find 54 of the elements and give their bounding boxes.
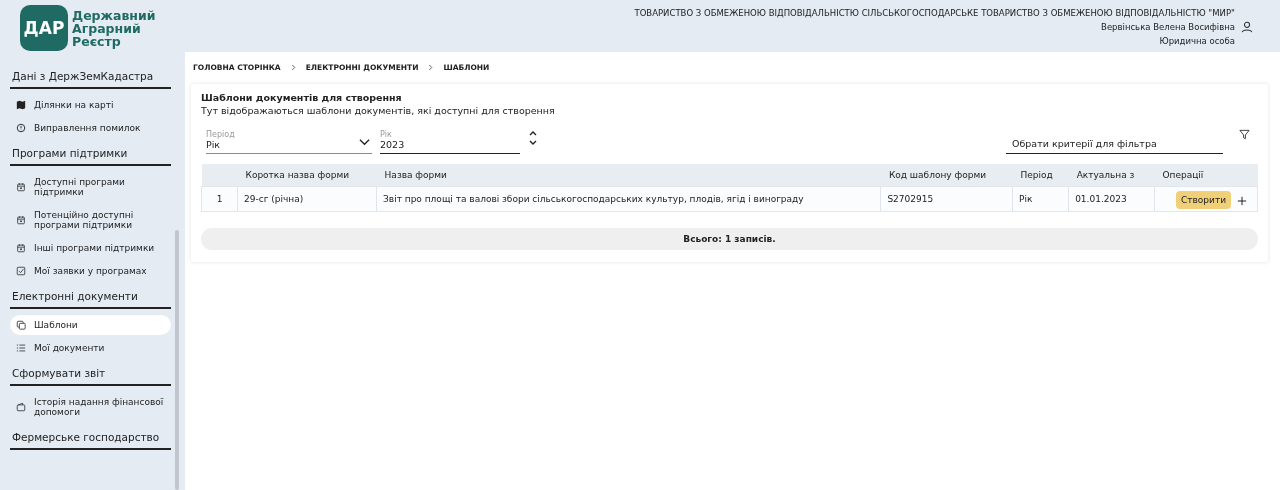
section-heading: Програми підтримки bbox=[10, 141, 171, 166]
period-select[interactable]: Період Рік bbox=[206, 122, 372, 154]
sidebar-item[interactable]: Історія надання фінансової допомоги bbox=[10, 392, 171, 422]
logo-mark: ДАР bbox=[20, 5, 68, 51]
total-bar: Всього: 1 записів. bbox=[201, 228, 1258, 250]
chevron-icon bbox=[428, 64, 434, 71]
column-header: Коротка назва форми bbox=[237, 164, 377, 187]
map-icon bbox=[16, 100, 26, 110]
add-icon[interactable] bbox=[1237, 196, 1247, 206]
wallet-icon bbox=[16, 402, 26, 412]
column-header: Період bbox=[1012, 164, 1069, 187]
sidebar-item[interactable]: Мої документи bbox=[10, 338, 171, 358]
user-role: Юридична особа bbox=[1159, 36, 1235, 46]
copy-icon bbox=[16, 320, 26, 330]
column-header: Назва форми bbox=[376, 164, 881, 187]
panel-title: Шаблони документів для створення bbox=[201, 92, 403, 103]
section-heading: Фермерське господарство bbox=[10, 425, 171, 450]
user-name: Вервінська Велена Восифівна bbox=[1101, 22, 1235, 32]
user-icon[interactable] bbox=[1241, 21, 1253, 33]
column-header: Операції bbox=[1154, 164, 1258, 187]
filter-icon[interactable] bbox=[1239, 129, 1250, 140]
table-cell: S2702915 bbox=[880, 186, 1013, 212]
sidebar-item[interactable]: Мої заявки у програмах bbox=[10, 261, 171, 281]
table-cell: 01.01.2023 bbox=[1068, 186, 1155, 212]
section-heading: Дані з ДержЗемКадастра bbox=[10, 64, 171, 89]
organization-name: ТОВАРИСТВО З ОБМЕЖЕНОЮ ВІДПОВІДАЛЬНІСТЮ СІЛЬСЬКОГОСПОДАРСЬКЕ ТОВАРИСТВО З ОБМЕЖЕНОЮ ВІДПОВІДАЛЬНІСТЮ "МИР" bbox=[634, 8, 1235, 18]
scrollbar[interactable] bbox=[175, 230, 179, 490]
section-heading: Сформувати звіт bbox=[10, 361, 171, 386]
check-icon bbox=[16, 266, 26, 276]
alert-icon bbox=[16, 123, 26, 133]
sidebar-item[interactable]: Потенційно доступні програми підтримки bbox=[10, 205, 171, 235]
column-header: Код шаблону форми bbox=[880, 164, 1013, 187]
column-header: Актуальна з bbox=[1068, 164, 1155, 187]
sidebar-item[interactable]: Шаблони bbox=[10, 315, 171, 335]
section-heading: Електронні документи bbox=[10, 284, 171, 309]
sidebar-item[interactable]: Виправлення помилок bbox=[10, 118, 171, 138]
calendar-icon bbox=[16, 243, 26, 253]
panel-subtitle: Тут відображаються шаблони документів, які доступні для створення bbox=[201, 105, 556, 116]
sidebar-item[interactable]: Доступні програми підтримки bbox=[10, 172, 171, 202]
tooltip: Створити bbox=[1176, 191, 1231, 209]
table-cell: 1 bbox=[201, 186, 238, 212]
chevron-icon bbox=[290, 64, 296, 71]
sidebar-item[interactable]: Ділянки на карті bbox=[10, 95, 171, 115]
chevron-icon[interactable] bbox=[359, 138, 370, 146]
logo-text: Реєстр bbox=[72, 34, 121, 48]
sidebar-item[interactable]: Інші програми підтримки bbox=[10, 238, 171, 258]
logo-text: Державний bbox=[72, 8, 156, 22]
calendar-icon bbox=[16, 215, 26, 225]
table-cell: Звіт про площі та валові збори сільськогосподарських культур, плодів, ягід і винограду bbox=[376, 186, 881, 212]
calendar-icon bbox=[16, 182, 26, 192]
table-cell: 29-сг (річна) bbox=[237, 186, 377, 212]
table-cell: Рік bbox=[1012, 186, 1069, 212]
year-field[interactable]: Рік 2023 bbox=[380, 122, 520, 154]
list-icon bbox=[16, 343, 26, 353]
